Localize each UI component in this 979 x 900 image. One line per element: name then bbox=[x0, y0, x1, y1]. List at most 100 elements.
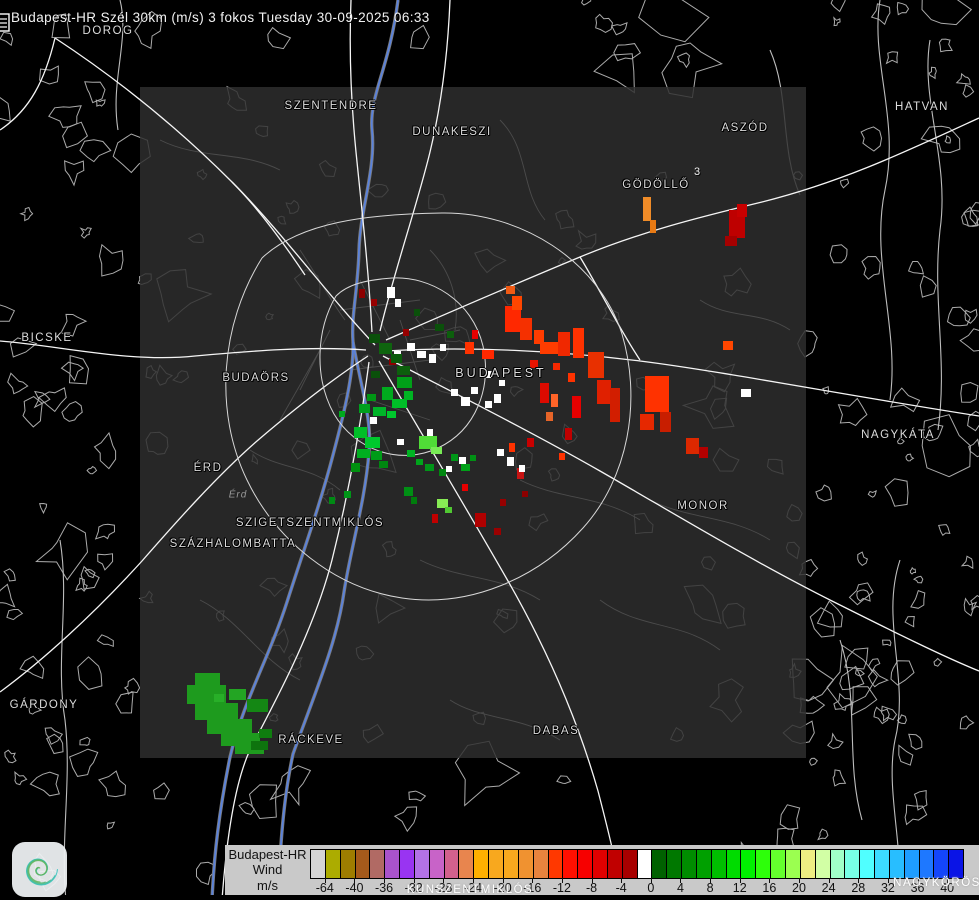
city-label: MONOR bbox=[677, 500, 729, 512]
met-swirl-logo-icon bbox=[25, 858, 58, 886]
radar-echo bbox=[429, 354, 436, 363]
city-label: GÁRDONY bbox=[9, 699, 79, 711]
radar-echo bbox=[437, 499, 448, 508]
radar-echo bbox=[397, 377, 412, 388]
legend-color-cell bbox=[577, 850, 593, 878]
radar-echo bbox=[195, 703, 238, 720]
legend-color-cell bbox=[473, 850, 489, 878]
radar-echo bbox=[446, 466, 452, 472]
legend-color-cell bbox=[606, 850, 622, 878]
legend-color-cell bbox=[443, 850, 459, 878]
legend-color-cell bbox=[770, 850, 785, 878]
radar-echo bbox=[371, 451, 382, 460]
radar-echo bbox=[207, 719, 252, 734]
radar-echo bbox=[417, 351, 426, 358]
radar-echo bbox=[723, 341, 733, 350]
legend-color-cell bbox=[488, 850, 503, 878]
radar-echo bbox=[553, 363, 560, 370]
legend-color-cell bbox=[369, 850, 385, 878]
radar-echo bbox=[546, 412, 553, 421]
radar-echo bbox=[507, 457, 514, 466]
legend-color-cell bbox=[354, 850, 370, 878]
legend-color-cell bbox=[384, 850, 400, 878]
radar-echo bbox=[485, 401, 492, 408]
radar-echo bbox=[527, 438, 534, 447]
radar-echo bbox=[414, 309, 420, 316]
radar-echo bbox=[522, 491, 528, 497]
city-label: DOROG bbox=[82, 25, 134, 37]
radar-echo bbox=[435, 324, 444, 331]
city-label: ÉRD bbox=[193, 462, 223, 474]
legend-color-cell bbox=[725, 850, 741, 878]
radar-echo bbox=[339, 411, 345, 417]
radar-echo bbox=[725, 236, 737, 246]
radar-echo bbox=[411, 497, 417, 504]
legend: Budapest-HR Wind m/s -64 -40 -36 -32 -28 -24-… bbox=[225, 845, 979, 895]
radar-echo bbox=[247, 699, 268, 712]
legend-tick-label: -64 bbox=[315, 881, 334, 895]
legend-color-cell bbox=[666, 850, 682, 878]
radar-echo bbox=[259, 729, 272, 738]
radar-echo bbox=[494, 394, 501, 403]
legend-color-cell bbox=[755, 850, 771, 878]
legend-station-text: Budapest-HR Wind m/s bbox=[225, 847, 310, 893]
legend-color-cell bbox=[710, 850, 726, 878]
radar-echo bbox=[494, 528, 501, 535]
legend-tick-label: 8 bbox=[706, 881, 714, 895]
radar-domain-overlay bbox=[140, 87, 806, 758]
radar-echo bbox=[465, 342, 474, 354]
radar-echo bbox=[573, 328, 584, 358]
radar-echo bbox=[519, 465, 525, 472]
city-label: BICSKE bbox=[21, 332, 73, 344]
radar-echo bbox=[395, 299, 401, 307]
radar-echo bbox=[699, 447, 708, 458]
radar-echo bbox=[461, 397, 470, 406]
radar-echo bbox=[329, 497, 335, 504]
radar-echo bbox=[597, 380, 611, 404]
radar-echo bbox=[610, 388, 620, 422]
radar-echo bbox=[397, 366, 410, 375]
radar-echo bbox=[540, 383, 549, 403]
legend-color-cell bbox=[547, 850, 563, 878]
legend-color-cell bbox=[532, 850, 548, 878]
legend-color-cell bbox=[903, 850, 919, 878]
app-logo bbox=[12, 842, 67, 897]
radar-echo bbox=[403, 329, 409, 336]
city-label: RÁCKEVE bbox=[278, 734, 344, 746]
legend-tick-label: -40 bbox=[345, 881, 364, 895]
radar-echo bbox=[416, 459, 423, 465]
legend-color-cell bbox=[695, 850, 711, 878]
legend-color-cell bbox=[592, 850, 607, 878]
radar-echo bbox=[354, 427, 367, 438]
radar-echo bbox=[472, 330, 478, 339]
legend-tick-label: 16 bbox=[762, 881, 777, 895]
legend-station-name: Budapest-HR bbox=[228, 847, 307, 863]
legend-color-cell bbox=[562, 850, 578, 878]
radar-echo bbox=[565, 428, 572, 440]
legend-color-cell bbox=[844, 850, 860, 878]
city-label: NAGYKÖRÖS bbox=[893, 877, 979, 889]
radar-echo bbox=[425, 464, 434, 471]
legend-color-cell bbox=[399, 850, 414, 878]
bottom-strip bbox=[0, 895, 979, 900]
radar-echo bbox=[397, 439, 404, 445]
legend-tick-label: 4 bbox=[676, 881, 684, 895]
legend-color-cell bbox=[428, 850, 444, 878]
radar-echo bbox=[462, 484, 468, 491]
radar-echo bbox=[427, 429, 433, 436]
radar-echo bbox=[470, 455, 476, 461]
radar-echo bbox=[558, 332, 570, 356]
radar-echo bbox=[551, 394, 558, 407]
legend-product-name: Wind bbox=[252, 862, 283, 878]
legend-unit: m/s bbox=[257, 877, 278, 893]
city-label: HATVAN bbox=[895, 101, 949, 113]
road-number-label: 3 bbox=[693, 166, 701, 178]
legend-color-cell bbox=[681, 850, 696, 878]
legend-color-cell bbox=[740, 850, 756, 878]
radar-echo bbox=[440, 344, 446, 351]
radar-echo bbox=[540, 342, 560, 354]
radar-echo bbox=[379, 343, 392, 354]
radar-echo bbox=[559, 453, 565, 460]
legend-tick-label: -12 bbox=[552, 881, 571, 895]
legend-color-cell bbox=[859, 850, 875, 878]
